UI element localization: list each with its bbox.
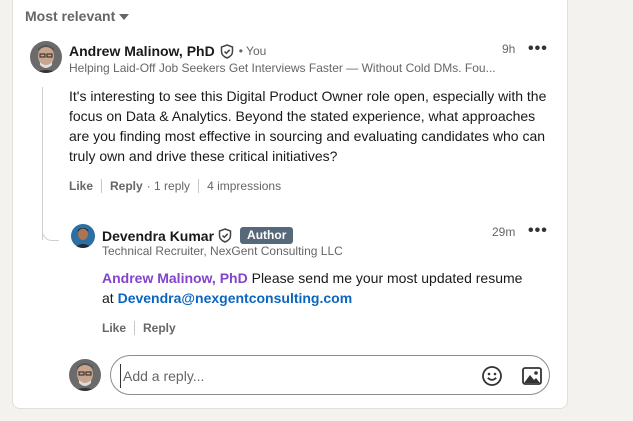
reply-text-at: at: [102, 290, 114, 306]
sort-label: Most relevant: [25, 8, 116, 24]
comment-actions: Like Reply · 1 reply 4 impressions: [69, 179, 281, 193]
reply-button[interactable]: Reply: [143, 321, 176, 335]
commenter-headline: Helping Laid-Off Job Seekers Get Intervi…: [69, 61, 496, 75]
reply-button[interactable]: Reply: [110, 179, 143, 193]
reply-composer[interactable]: [110, 355, 550, 395]
image-icon[interactable]: [521, 365, 543, 387]
replier-name[interactable]: Devendra Kumar: [102, 228, 214, 244]
email-link[interactable]: Devendra@nexgentconsulting.com: [118, 290, 353, 306]
reply-count[interactable]: · 1 reply: [147, 179, 190, 193]
comment-body: It's interesting to see this Digital Pro…: [69, 88, 547, 164]
composer-avatar: [69, 359, 101, 391]
relation-label: • You: [238, 44, 267, 58]
reply-header: Devendra Kumar Author: [102, 227, 294, 244]
reply-more-icon[interactable]: •••: [528, 223, 548, 239]
commenter-name[interactable]: Andrew Malinow, PhD: [69, 43, 215, 59]
comments-card: Most relevant Andrew Malinow, PhD • You …: [12, 0, 568, 409]
sort-dropdown[interactable]: Most relevant: [25, 8, 130, 24]
thread-connector: [42, 190, 59, 241]
author-badge: Author: [240, 227, 294, 244]
reply-body: Andrew Malinow, PhD Please send me your …: [102, 268, 542, 308]
replier-avatar[interactable]: [71, 224, 95, 248]
verified-shield-icon: [220, 43, 233, 59]
impressions-count[interactable]: 4 impressions: [207, 179, 281, 193]
emoji-icon[interactable]: [481, 365, 503, 387]
divider: [101, 179, 103, 193]
reply-text: Please send me your most updated resume: [251, 270, 523, 286]
reply-actions: Like Reply: [102, 321, 176, 335]
reply-time: 29m: [492, 225, 516, 239]
commenter-avatar[interactable]: [30, 41, 62, 73]
like-button[interactable]: Like: [69, 179, 93, 193]
caret-down-icon: [119, 14, 130, 20]
like-button[interactable]: Like: [102, 321, 126, 335]
reply-input[interactable]: [120, 364, 465, 388]
divider: [198, 179, 200, 193]
divider: [134, 321, 136, 335]
replier-headline: Technical Recruiter, NexGent Consulting …: [102, 244, 343, 258]
verified-shield-icon: [218, 228, 232, 243]
comment-more-icon[interactable]: •••: [528, 41, 548, 57]
comment-time: 9h: [502, 42, 516, 56]
comment-header: Andrew Malinow, PhD • You: [69, 43, 266, 59]
mention-link[interactable]: Andrew Malinow, PhD: [102, 270, 248, 286]
